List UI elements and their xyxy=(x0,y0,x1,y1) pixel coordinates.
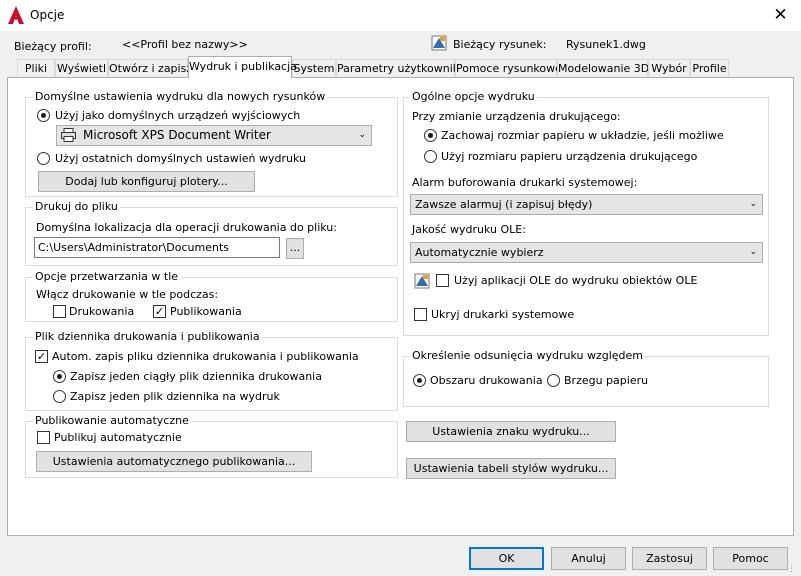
background-title: Opcje przetwarzania w tle xyxy=(33,270,181,283)
continuous-log-radio[interactable] xyxy=(53,370,66,383)
current-profile-label: Bieżący profil: xyxy=(14,40,92,53)
tab-wyswietl[interactable]: Wyświetl xyxy=(55,59,108,77)
spool-alert-select[interactable]: Zawsze alarmuj (i zapisuj błędy) ⌄ xyxy=(410,194,763,215)
paper-edge-label: Brzegu papieru xyxy=(564,374,649,387)
tab-wydruk-i-publikacja[interactable]: Wydruk i publikacja xyxy=(188,56,297,78)
chevron-down-icon: ⌄ xyxy=(749,247,757,257)
ole-quality-label: Jakość wydruku OLE: xyxy=(412,223,526,236)
title-bar xyxy=(0,0,801,31)
tab-system[interactable]: System xyxy=(292,59,336,77)
printer-icon xyxy=(61,128,76,142)
current-drawing-value: Rysunek1.dwg xyxy=(566,38,646,51)
auto-save-log-label: Autom. zapis pliku dziennika drukowania … xyxy=(52,350,359,363)
change-device-label: Przy zmianie urządzenia drukującego: xyxy=(412,110,621,123)
current-drawing-label: Bieżący rysunek: xyxy=(453,38,547,51)
browse-button[interactable]: ... xyxy=(286,238,304,259)
spool-alert-value: Zawsze alarmuj (i zapisuj błędy) xyxy=(415,198,593,211)
printable-area-label: Obszaru drukowania xyxy=(430,374,543,387)
keep-paper-size-radio[interactable] xyxy=(424,129,437,142)
device-paper-size-radio[interactable] xyxy=(424,150,437,163)
paper-edge-radio[interactable] xyxy=(547,374,560,387)
tab-pliki[interactable]: Pliki xyxy=(17,59,55,77)
ole-quality-select[interactable]: Automatycznie wybierz ⌄ xyxy=(410,242,763,263)
device-paper-size-label: Użyj rozmiaru papieru urządzenia drukują… xyxy=(441,150,698,163)
drawing-icon xyxy=(414,273,430,289)
output-device-select[interactable]: Microsoft XPS Document Writer ⌄ xyxy=(56,125,372,146)
plot-stamp-settings-button[interactable]: Ustawienia znaku wydruku... xyxy=(406,421,616,442)
per-plot-log-radio[interactable] xyxy=(53,390,66,403)
default-print-title: Domyślne ustawienia wydruku dla nowych r… xyxy=(33,90,328,103)
background-enable-label: Włącz drukowanie w tle podczas: xyxy=(36,288,219,301)
use-last-radio[interactable] xyxy=(37,152,50,165)
plotting-checkbox[interactable] xyxy=(53,305,66,318)
add-plotter-button[interactable]: Dodaj lub konfiguruj plotery... xyxy=(38,171,255,192)
drawing-icon xyxy=(431,35,447,51)
tab-otworz-i-zapisz[interactable]: Otwórz i zapisz xyxy=(108,59,192,77)
window-title: Opcje xyxy=(30,8,65,22)
use-device-radio[interactable] xyxy=(37,109,50,122)
close-icon[interactable]: ✕ xyxy=(760,0,801,31)
apply-button[interactable]: Zastosuj xyxy=(632,547,707,570)
device-value: Microsoft XPS Document Writer xyxy=(83,128,271,142)
tab-parametry-uzytkownika[interactable]: Parametry użytkownika xyxy=(336,59,466,77)
tab-pomoce-rysunkowe[interactable]: Pomoce rysunkowe xyxy=(455,59,562,77)
hide-printers-checkbox[interactable] xyxy=(414,308,427,321)
general-options-title: Ogólne opcje wydruku xyxy=(410,90,537,103)
printable-area-radio[interactable] xyxy=(413,374,426,387)
tab-profile[interactable]: Profile xyxy=(690,59,729,77)
use-ole-app-label: Użyj aplikacji OLE do wydruku obiektów O… xyxy=(454,274,698,287)
auto-publish-settings-button[interactable]: Ustawienia automatycznego publikowania..… xyxy=(36,451,312,472)
log-title: Plik dziennika drukowania i publikowania xyxy=(33,330,262,343)
cancel-button[interactable]: Anuluj xyxy=(551,547,626,570)
per-plot-log-label: Zapisz jeden plik dziennika na wydruk xyxy=(70,390,280,403)
auto-publish-title: Publikowanie automatyczne xyxy=(33,414,191,427)
use-last-label: Użyj ostatnich domyślnych ustawień wydru… xyxy=(55,152,307,165)
plot-style-table-settings-button[interactable]: Ustawienia tabeli stylów wydruku... xyxy=(406,458,616,479)
auto-publish-label: Publikuj automatycznie xyxy=(54,431,182,444)
ole-quality-value: Automatycznie wybierz xyxy=(415,246,544,259)
chevron-down-icon: ⌄ xyxy=(358,130,366,140)
auto-publish-checkbox[interactable] xyxy=(37,431,50,444)
hide-printers-label: Ukryj drukarki systemowe xyxy=(431,308,575,321)
auto-save-log-checkbox[interactable]: ✓ xyxy=(35,350,48,363)
tab-wybor[interactable]: Wybór xyxy=(648,59,690,77)
publishing-checkbox[interactable]: ✓ xyxy=(153,305,166,318)
continuous-log-label: Zapisz jeden ciągły plik dziennika druko… xyxy=(70,370,322,383)
use-device-label: Użyj jako domyślnych urządzeń wyjściowyc… xyxy=(55,109,301,122)
plotting-label: Drukowania xyxy=(69,305,135,318)
autocad-logo-icon xyxy=(8,6,24,24)
print-to-file-title: Drukuj do pliku xyxy=(33,200,120,213)
use-ole-app-checkbox[interactable] xyxy=(436,274,449,287)
chevron-down-icon: ⌄ xyxy=(749,199,757,209)
file-path-input[interactable]: C:\Users\Administrator\Documents xyxy=(34,237,280,258)
keep-paper-size-label: Zachowaj rozmiar papieru w układzie, jeś… xyxy=(441,129,724,142)
offset-title: Określenie odsunięcia wydruku względem xyxy=(410,349,645,362)
current-profile-value: <<Profil bez nazwy>> xyxy=(122,38,248,51)
spool-alert-label: Alarm buforowania drukarki systemowej: xyxy=(412,176,638,189)
resize-grip[interactable]: ⋮ xyxy=(787,564,796,574)
ok-button[interactable]: OK xyxy=(469,547,544,570)
help-button[interactable]: Pomoc xyxy=(713,547,788,570)
file-location-label: Domyślna lokalizacja dla operacji drukow… xyxy=(36,221,337,234)
publishing-label: Publikowania xyxy=(170,305,242,318)
tab-modelowanie-3d[interactable]: Modelowanie 3D xyxy=(557,59,649,77)
